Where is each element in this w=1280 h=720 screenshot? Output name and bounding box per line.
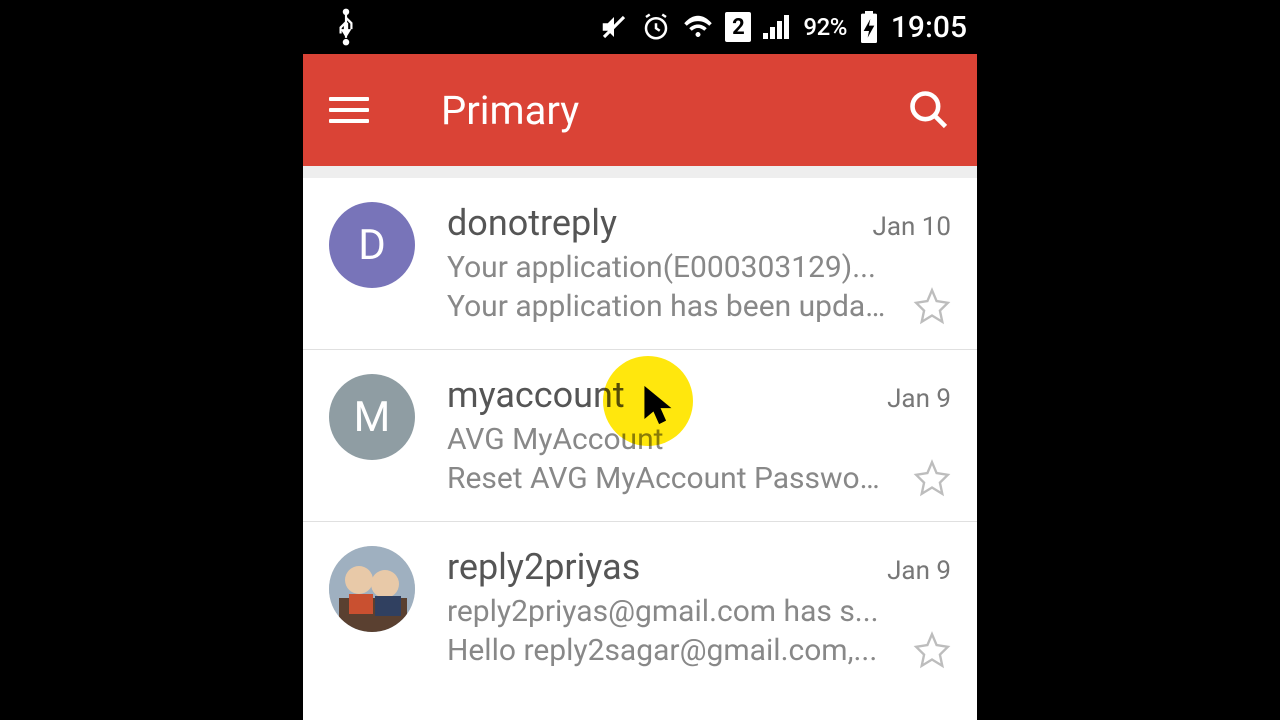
search-icon[interactable] [907,88,951,132]
wifi-icon [683,14,713,40]
email-body: donotreply Jan 10 Your application(E0003… [447,202,951,325]
email-date: Jan 9 [875,556,951,586]
email-list[interactable]: D donotreply Jan 10 Your application(E00… [303,178,977,693]
star-icon[interactable] [903,631,951,669]
email-row[interactable]: M myaccount Jan 9 AVG MyAccount Reset AV… [303,350,977,521]
sender-avatar[interactable]: M [329,374,415,460]
status-left [313,7,359,47]
email-sender: donotreply [447,202,617,244]
status-right: 2 92% 19:05 [599,10,967,45]
letterbox-frame: 2 92% 19:05 Primary [0,0,1280,720]
email-snippet: Hello reply2sagar@gmail.com,... [447,633,887,668]
email-date: Jan 10 [860,212,951,242]
email-snippet: Your application has been updat... [447,289,887,324]
email-subject: reply2priyas@gmail.com has s... [447,594,887,629]
email-row[interactable]: D donotreply Jan 10 Your application(E00… [303,178,977,349]
status-clock: 19:05 [891,10,967,45]
email-row[interactable]: reply2priyas Jan 9 reply2priyas@gmail.co… [303,522,977,693]
status-bar: 2 92% 19:05 [303,0,977,54]
email-subject: AVG MyAccount [447,422,887,457]
phone-screen: 2 92% 19:05 Primary [303,0,977,720]
email-date: Jan 9 [875,384,951,414]
battery-charging-icon [859,11,879,43]
email-body: reply2priyas Jan 9 reply2priyas@gmail.co… [447,546,951,669]
alarm-icon [641,12,671,42]
app-bar: Primary [303,54,977,166]
sender-avatar[interactable]: D [329,202,415,288]
hamburger-icon[interactable] [329,97,369,123]
battery-percent: 92% [803,13,846,41]
email-snippet: Reset AVG MyAccount Passwor... [447,461,887,496]
inbox-category-title[interactable]: Primary [441,87,579,134]
usb-icon [333,7,359,47]
email-sender: reply2priyas [447,546,640,588]
email-sender: myaccount [447,374,625,416]
star-icon[interactable] [903,459,951,497]
email-body: myaccount Jan 9 AVG MyAccount Reset AVG … [447,374,951,497]
email-subject: Your application(E000303129)... [447,250,887,285]
sim-slot-badge: 2 [725,12,751,42]
signal-icon [763,15,791,39]
appbar-shadow [303,166,977,178]
mute-icon [599,12,629,42]
sender-avatar[interactable] [329,546,415,632]
star-icon[interactable] [903,287,951,325]
